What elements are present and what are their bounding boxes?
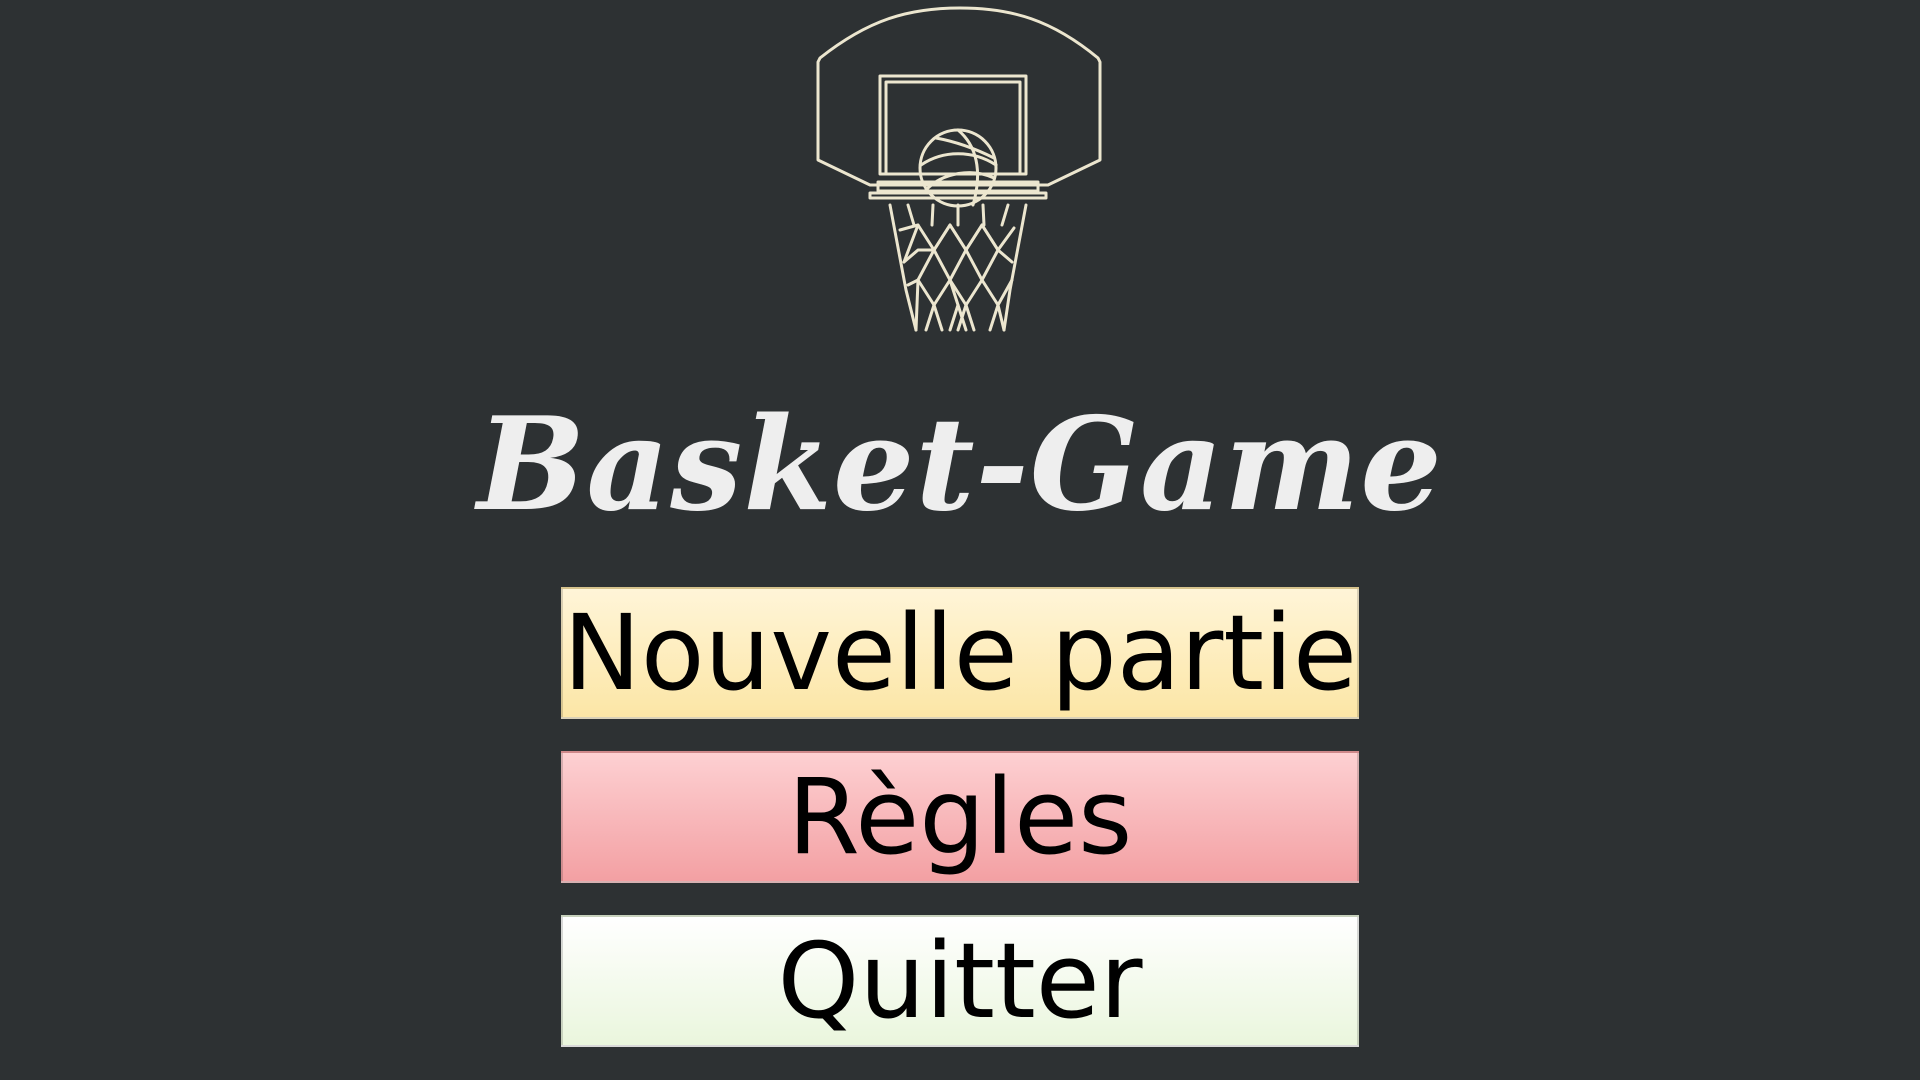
quit-button[interactable]: Quitter (561, 915, 1359, 1047)
main-menu-screen: Basket-Game Nouvelle partie Règles Quitt… (0, 0, 1920, 1080)
game-title: Basket-Game (477, 390, 1443, 540)
basketball-hoop-icon (816, 6, 1102, 332)
new-game-button[interactable]: Nouvelle partie (561, 587, 1359, 719)
rules-button[interactable]: Règles (561, 751, 1359, 883)
